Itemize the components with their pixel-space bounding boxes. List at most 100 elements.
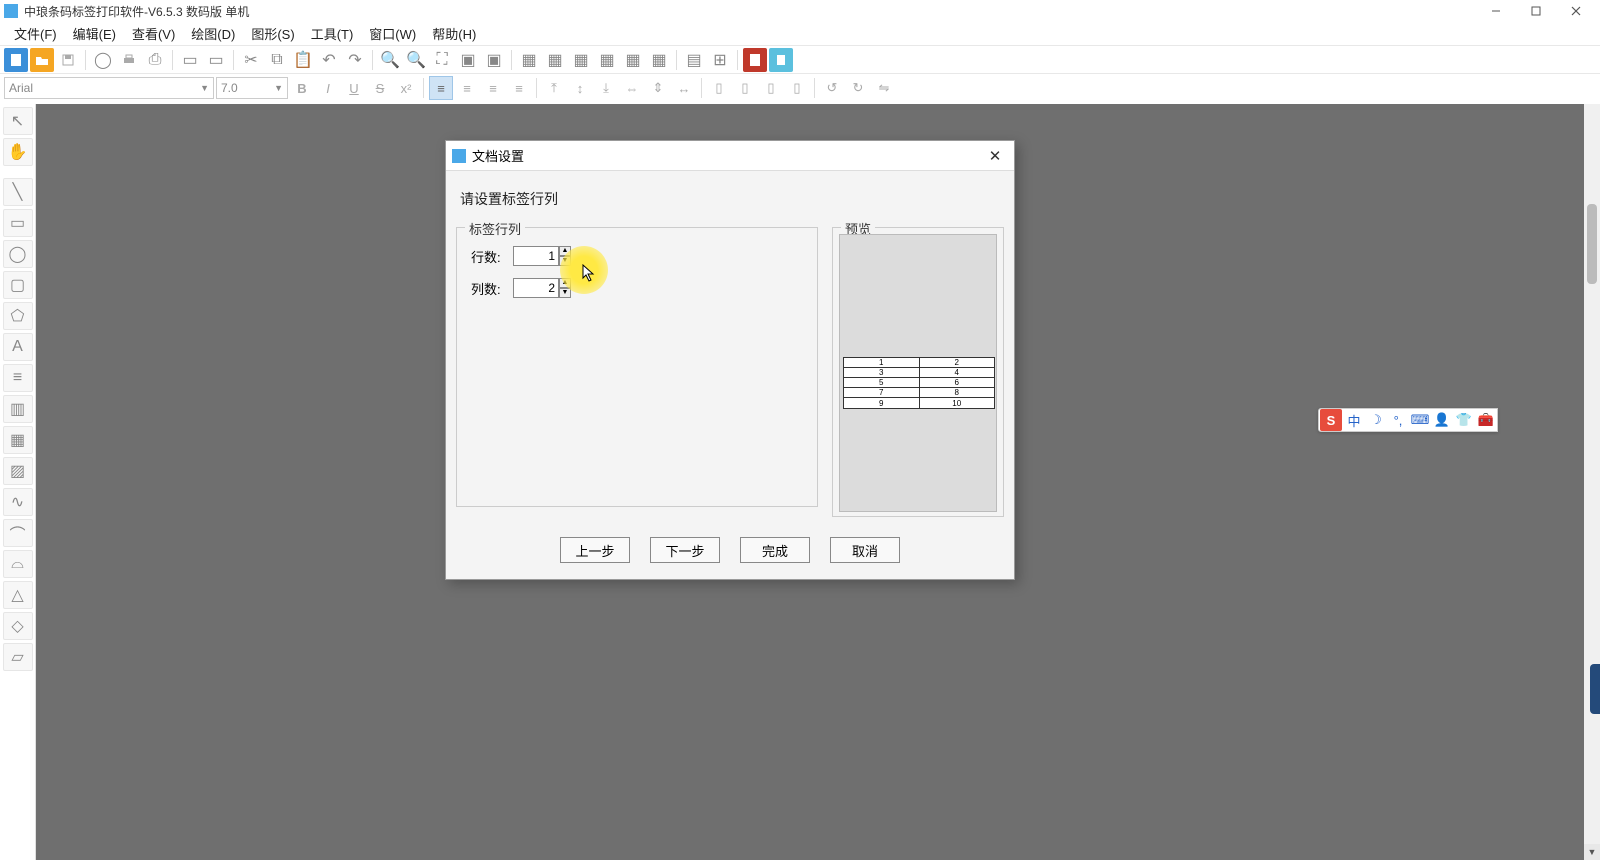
cols-spin-up[interactable]: ▲ <box>559 278 571 288</box>
line-tool-icon[interactable]: ╲ <box>3 178 33 206</box>
obj-align2-icon[interactable]: ▯ <box>733 76 757 100</box>
polygon-tool-icon[interactable]: ⬠ <box>3 302 33 330</box>
print-setup-icon[interactable]: ⎙ <box>143 48 167 72</box>
obj-align4-icon[interactable]: ▯ <box>785 76 809 100</box>
menu-view[interactable]: 查看(V) <box>124 22 183 45</box>
valign-mid-icon[interactable]: ↕ <box>568 76 592 100</box>
obj-align3-icon[interactable]: ▯ <box>759 76 783 100</box>
cut-icon[interactable]: ✂ <box>239 48 263 72</box>
italic-icon[interactable]: I <box>316 76 340 100</box>
font-size-combo[interactable]: 7.0 ▼ <box>216 77 288 99</box>
snap-icon[interactable]: ⊞ <box>708 48 732 72</box>
ellipse-tool-icon[interactable]: ◯ <box>3 240 33 268</box>
underline-icon[interactable]: U <box>342 76 366 100</box>
superscript-icon[interactable]: x² <box>394 76 418 100</box>
rotate-right-icon[interactable]: ↻ <box>846 76 870 100</box>
dialog-titlebar[interactable]: 文档设置 ✕ <box>446 141 1014 171</box>
window-minimize-button[interactable] <box>1476 0 1516 22</box>
dialog-close-button[interactable]: ✕ <box>982 143 1008 169</box>
group-icon[interactable]: ▦ <box>569 48 593 72</box>
text-tool-icon[interactable]: A <box>3 333 33 361</box>
parallelogram-tool-icon[interactable]: ▱ <box>3 643 33 671</box>
dist-h-icon[interactable]: ⇔ <box>620 76 644 100</box>
redo-icon[interactable]: ↷ <box>343 48 367 72</box>
window-maximize-button[interactable] <box>1516 0 1556 22</box>
align-center-icon[interactable]: ≡ <box>455 76 479 100</box>
qrcode-tool-icon[interactable]: ▦ <box>3 426 33 454</box>
align-right-icon[interactable]: ≡ <box>481 76 505 100</box>
ime-skin-icon[interactable]: 👕 <box>1454 410 1474 430</box>
zoom-out-icon[interactable]: 🔍 <box>404 48 428 72</box>
strike-icon[interactable]: S <box>368 76 392 100</box>
zoom-fit-icon[interactable]: ⛶ <box>430 48 454 72</box>
ime-lang-button[interactable]: 中 <box>1344 410 1364 430</box>
valign-top-icon[interactable]: ⤒ <box>542 76 566 100</box>
rotate-left-icon[interactable]: ↺ <box>820 76 844 100</box>
menu-edit[interactable]: 编辑(E) <box>65 22 124 45</box>
valign-bot-icon[interactable]: ⤓ <box>594 76 618 100</box>
cancel-button[interactable]: 取消 <box>830 537 900 563</box>
ime-toolbox-icon[interactable]: 🧰 <box>1476 410 1496 430</box>
align-justify-icon[interactable]: ≡ <box>507 76 531 100</box>
side-panel-handle[interactable] <box>1590 664 1600 714</box>
paste-icon[interactable]: 📋 <box>291 48 315 72</box>
menu-file[interactable]: 文件(F) <box>6 22 65 45</box>
next-step-button[interactable]: 下一步 <box>650 537 720 563</box>
zoom-in-icon[interactable]: 🔍 <box>378 48 402 72</box>
open-document-icon[interactable] <box>30 48 54 72</box>
richtext-tool-icon[interactable]: ≡ <box>3 364 33 392</box>
rect-tool-icon[interactable]: ▭ <box>3 209 33 237</box>
image-tool-icon[interactable]: ▨ <box>3 457 33 485</box>
ungroup-icon[interactable]: ▦ <box>595 48 619 72</box>
page2-icon[interactable]: ▭ <box>204 48 228 72</box>
new-document-icon[interactable] <box>4 48 28 72</box>
roundrect-tool-icon[interactable]: ▢ <box>3 271 33 299</box>
align-left-icon[interactable]: ≡ <box>429 76 453 100</box>
window-close-button[interactable] <box>1556 0 1596 22</box>
ime-logo-icon[interactable]: S <box>1320 409 1342 431</box>
bold-icon[interactable]: B <box>290 76 314 100</box>
cols-input[interactable] <box>513 278 559 298</box>
print-icon[interactable] <box>117 48 141 72</box>
ime-moon-icon[interactable]: ☽ <box>1366 410 1386 430</box>
zoom-sel-icon[interactable]: ▣ <box>482 48 506 72</box>
undo-icon[interactable]: ↶ <box>317 48 341 72</box>
barcode-tool-icon[interactable]: ▥ <box>3 395 33 423</box>
diamond-tool-icon[interactable]: ◇ <box>3 612 33 640</box>
copy-icon[interactable]: ⧉ <box>265 48 289 72</box>
menu-window[interactable]: 窗口(W) <box>361 22 424 45</box>
spacing-icon[interactable]: ↔ <box>672 76 696 100</box>
vertical-scrollbar[interactable] <box>1584 104 1600 860</box>
hand-tool-icon[interactable]: ✋ <box>3 138 33 166</box>
ime-toolbar[interactable]: S 中 ☽ °, ⌨ 👤 👕 🧰 <box>1318 408 1498 432</box>
align-icon[interactable]: ▦ <box>647 48 671 72</box>
bring-front-icon[interactable]: ▦ <box>517 48 541 72</box>
menu-draw[interactable]: 绘图(D) <box>183 22 243 45</box>
arc2-tool-icon[interactable]: ⌓ <box>3 550 33 578</box>
font-name-combo[interactable]: Arial ▼ <box>4 77 214 99</box>
rows-spin-up[interactable]: ▲ <box>559 246 571 256</box>
lock-icon[interactable]: ▦ <box>621 48 645 72</box>
pdf-export-icon[interactable] <box>743 48 767 72</box>
send-back-icon[interactable]: ▦ <box>543 48 567 72</box>
ime-person-icon[interactable]: 👤 <box>1432 410 1452 430</box>
save-icon[interactable] <box>56 48 80 72</box>
zoom-100-icon[interactable]: ▣ <box>456 48 480 72</box>
finish-button[interactable]: 完成 <box>740 537 810 563</box>
menu-tool[interactable]: 工具(T) <box>303 22 362 45</box>
menu-help[interactable]: 帮助(H) <box>424 22 484 45</box>
flip-icon[interactable]: ⇋ <box>872 76 896 100</box>
calculator-icon[interactable] <box>769 48 793 72</box>
ime-punct-icon[interactable]: °, <box>1388 410 1408 430</box>
print-preview-icon[interactable]: ◯ <box>91 48 115 72</box>
scroll-down-icon[interactable]: ▼ <box>1584 844 1600 860</box>
page-setup-icon[interactable]: ▭ <box>178 48 202 72</box>
curve-tool-icon[interactable]: ∿ <box>3 488 33 516</box>
grid-icon[interactable]: ▤ <box>682 48 706 72</box>
rows-spin-down[interactable]: ▼ <box>559 256 571 266</box>
cols-spin-down[interactable]: ▼ <box>559 288 571 298</box>
triangle-tool-icon[interactable]: △ <box>3 581 33 609</box>
pointer-tool-icon[interactable]: ↖ <box>3 107 33 135</box>
ime-keyboard-icon[interactable]: ⌨ <box>1410 410 1430 430</box>
rows-input[interactable] <box>513 246 559 266</box>
